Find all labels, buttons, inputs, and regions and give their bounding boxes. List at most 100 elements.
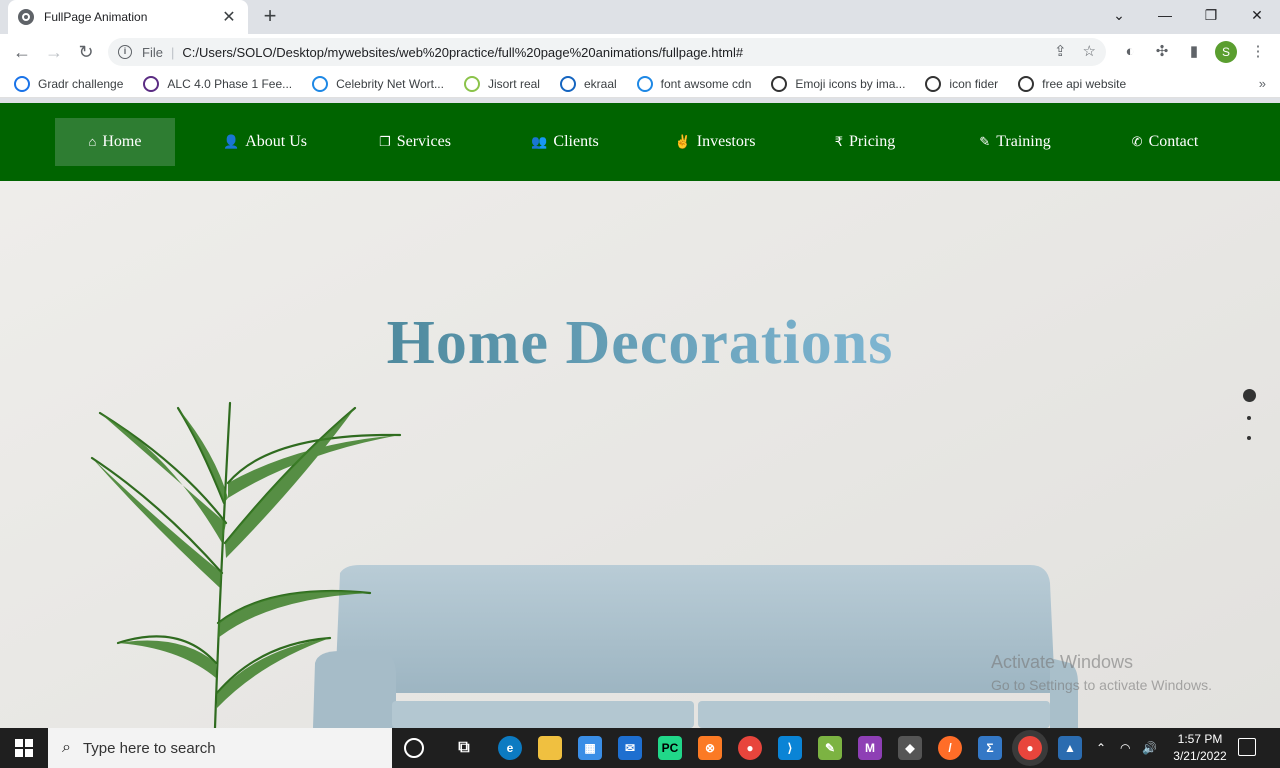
back-icon[interactable]: ← [10,40,34,64]
reload-icon[interactable]: ↻ [74,40,98,64]
nav-item-about-us[interactable]: 👤 About Us [205,118,325,166]
notification-icon[interactable] [1238,738,1256,756]
app-m-icon[interactable]: M [858,736,882,760]
nav-item-home[interactable]: ⌂ Home [55,118,175,166]
bookmark-item[interactable]: icon fider [925,75,998,92]
nav-item-label: About Us [245,133,307,150]
address-url[interactable]: C:/Users/SOLO/Desktop/mywebsites/web%20p… [182,45,743,60]
pycharm-icon[interactable]: PC [658,736,682,760]
browser-tab[interactable]: FullPage Animation ✕ [8,0,248,34]
game-icon[interactable]: ◆ [898,736,922,760]
bookmark-item[interactable]: ekraal [559,75,617,92]
nav-item-contact[interactable]: ✆ Contact [1105,118,1225,166]
watermark-subtitle: Go to Settings to activate Windows. [991,677,1212,693]
bookmark-star-icon[interactable]: ☆ [1083,42,1096,60]
bookmark-label: ALC 4.0 Phase 1 Fee... [167,76,293,91]
minimize-button[interactable]: — [1142,0,1188,32]
api-icon [1018,75,1035,92]
chrome-active-icon[interactable]: ● [1018,736,1042,760]
bookmark-label: ekraal [583,76,617,91]
task-view-icon[interactable]: ⧉ [452,736,476,760]
new-tab-button[interactable]: + [258,4,282,28]
xampp-icon[interactable]: ⊗ [698,736,722,760]
windows-taskbar: ⌕ Type here to search ⧉ e ▦ ✉ PC ⊗ ● ⟩ ✎… [0,728,1280,768]
nav-item-pricing[interactable]: ₹ Pricing [805,118,925,166]
address-separator: | [170,44,175,60]
nav-item-label: Contact [1148,133,1199,150]
tab-title: FullPage Animation [44,10,148,24]
vscode-icon[interactable]: ⟩ [778,736,802,760]
bookmark-item[interactable]: font awsome cdn [636,75,751,92]
nav-item-training[interactable]: ✎ Training [955,118,1075,166]
network-icon[interactable]: ◠ [1120,728,1130,768]
bookmark-item[interactable]: Gradr challenge [14,75,123,92]
browser-toolbar: ← → ↻ i File | C:/Users/SOLO/Desktop/myw… [0,34,1280,70]
iconfinder-icon [925,75,942,92]
address-scheme: File [142,44,163,60]
nav-item-label: Home [102,133,142,150]
side-panel-icon[interactable]: ▮ [1184,42,1204,62]
profile-avatar[interactable]: S [1215,41,1237,63]
brush-icon[interactable]: / [938,736,962,760]
hand-peace-icon: ✌ [674,134,691,149]
clock-date: 3/21/2022 [1173,749,1227,763]
notepad-icon[interactable]: ✎ [818,736,842,760]
users-icon: 👥 [531,134,548,149]
bookmark-item[interactable]: ALC 4.0 Phase 1 Fee... [143,75,293,92]
nav-item-investors[interactable]: ✌ Investors [655,118,775,166]
close-window-button[interactable]: ✕ [1234,0,1280,32]
photos-icon[interactable]: ▲ [1058,736,1082,760]
bookmark-item[interactable]: Emoji icons by ima... [771,75,905,92]
bookmark-item[interactable]: free api website [1018,75,1126,92]
watermark-title: Activate Windows [991,652,1134,672]
edge-icon[interactable]: e [498,736,522,760]
crown-icon [312,75,329,92]
section-dot[interactable] [1247,436,1251,440]
mail-icon[interactable]: ✉ [618,736,642,760]
alc-icon [143,75,160,92]
store-icon[interactable]: ▦ [578,736,602,760]
tab-strip: FullPage Animation ✕ + ⌄ — ❐ ✕ [0,0,1280,34]
taskbar-search[interactable]: ⌕ Type here to search [48,728,392,768]
close-tab-icon[interactable]: ✕ [220,7,238,27]
volume-icon[interactable]: 🔊 [1142,728,1157,768]
nav-item-clients[interactable]: 👥 Clients [505,118,625,166]
gradr-icon [14,75,30,92]
calculator-icon[interactable]: Σ [978,736,1002,760]
bookmarks-overflow-icon[interactable]: » [1259,76,1266,91]
restore-button[interactable]: ❐ [1188,0,1234,32]
bookmark-item[interactable]: Jisort real [463,75,540,92]
windows-logo-icon [15,739,33,757]
tab-search-icon[interactable]: ⌄ [1096,0,1142,32]
bookmarks-bar: Gradr challenge ALC 4.0 Phase 1 Fee... Cel… [0,70,1280,98]
forward-icon[interactable]: → [42,40,66,64]
jisort-icon [463,75,480,92]
address-bar[interactable]: i File | C:/Users/SOLO/Desktop/mywebsite… [108,38,1106,66]
info-icon[interactable]: i [118,45,132,59]
share-icon[interactable]: ⇪ [1054,42,1067,60]
taskbar-clock[interactable]: 1:57 PM 3/21/2022 [1160,731,1240,765]
ekraal-icon [559,75,576,92]
section-dot[interactable] [1247,416,1251,420]
clone-icon: ❐ [379,134,391,149]
hero-title: Home Decorations [0,308,1280,379]
file-explorer-icon[interactable] [538,736,562,760]
user-icon: 👤 [223,134,240,149]
puzzle-icon[interactable]: ✣ [1152,42,1172,62]
menu-icon[interactable]: ⋮ [1248,42,1268,62]
bookmark-item[interactable]: Celebrity Net Wort... [312,75,444,92]
nav-item-services[interactable]: ❐ Services [355,118,475,166]
cortana-icon[interactable] [404,738,424,758]
tray-chevron-icon[interactable]: ⌃ [1096,728,1106,768]
bootstrap-icon [636,75,653,92]
hero-background [0,103,1280,728]
bookmark-label: Celebrity Net Wort... [336,76,444,91]
section-dot[interactable] [1243,389,1256,402]
clock-time: 1:57 PM [1177,732,1223,746]
nav-item-label: Pricing [849,133,896,150]
extension-icon[interactable]: ◐ [1120,42,1140,62]
search-icon: ⌕ [62,739,71,756]
start-button[interactable] [0,728,48,768]
nav-item-label: Training [996,133,1051,150]
chrome-icon[interactable]: ● [738,736,762,760]
